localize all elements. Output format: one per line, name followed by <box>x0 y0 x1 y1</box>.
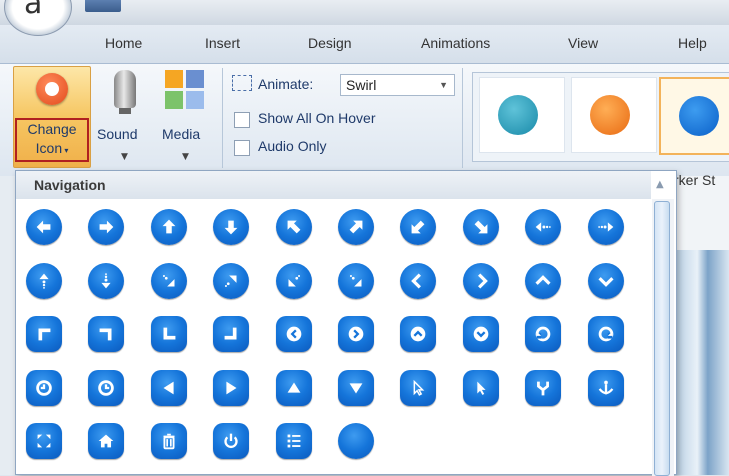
arrow-up-left-icon[interactable] <box>275 209 312 245</box>
home-icon[interactable] <box>88 423 125 459</box>
gallery-item[interactable] <box>479 77 565 153</box>
change-icon-line1: Change <box>27 121 77 137</box>
group-divider <box>222 68 223 168</box>
arrow-diag-down-left-dots-icon[interactable] <box>275 262 312 299</box>
tab-animations[interactable]: Animations <box>421 35 490 51</box>
arrow-up-icon[interactable] <box>150 209 187 245</box>
arrow-right-icon[interactable] <box>88 209 125 245</box>
gallery-item[interactable] <box>571 77 657 153</box>
arrow-down-dots-icon[interactable] <box>88 262 125 299</box>
chevron-left-icon[interactable] <box>400 262 437 299</box>
clock-right-icon[interactable] <box>88 369 125 406</box>
change-icon-button[interactable]: Change Icon ▾ <box>13 66 91 168</box>
arrow-up-dots-icon[interactable] <box>26 262 62 299</box>
trash-icon[interactable] <box>150 423 187 459</box>
tab-help[interactable]: Help <box>678 35 707 51</box>
power-icon[interactable] <box>213 423 250 459</box>
ribbon-tab-bar: Home Insert Design Animations View Help <box>0 25 729 63</box>
tab-view[interactable]: View <box>568 35 598 51</box>
clock-left-icon[interactable] <box>26 369 62 406</box>
change-icon-label: Change Icon ▾ <box>15 118 89 162</box>
circle-chevron-up-icon[interactable] <box>400 316 437 352</box>
arrow-left-dots-icon[interactable] <box>525 209 562 245</box>
arrow-right-dots-icon[interactable] <box>587 209 624 245</box>
corner-bottom-right-icon[interactable] <box>213 316 250 352</box>
arrow-up-right-icon[interactable] <box>338 209 374 245</box>
gallery-item-selected[interactable] <box>659 77 729 155</box>
circle-chevron-left-icon[interactable] <box>275 316 312 352</box>
tab-design[interactable]: Design <box>308 35 352 51</box>
chevron-up-icon[interactable] <box>525 262 562 299</box>
chevron-down-icon[interactable] <box>587 262 624 299</box>
audio-only-checkbox[interactable] <box>234 140 250 156</box>
corner-bottom-left-icon[interactable] <box>150 316 187 352</box>
triangle-left-icon[interactable] <box>150 369 187 406</box>
change-icon-line2: Icon <box>35 140 63 156</box>
list-icon[interactable] <box>275 423 312 459</box>
icon-picker-dropdown: Navigation ▲ <box>15 170 677 476</box>
sound-dropdown-arrow[interactable]: ▼ <box>121 152 128 162</box>
chevron-down-icon: ▼ <box>439 80 448 90</box>
animate-select-value: Swirl <box>346 77 377 93</box>
gallery-group-label: rker St <box>674 172 716 188</box>
circle-chevron-down-icon[interactable] <box>462 316 499 352</box>
dropdown-header: Navigation <box>16 171 651 199</box>
arrow-diag-up-right-dots-icon[interactable] <box>213 262 250 299</box>
arrow-down-right-icon[interactable] <box>462 209 499 245</box>
rotate-cw-icon[interactable] <box>587 316 624 352</box>
ribbon: Change Icon ▾ Sound ▼ Media ▼ Animate: S… <box>0 63 729 176</box>
marker-style-gallery <box>472 72 729 162</box>
slide-image <box>676 250 729 475</box>
scrollbar-thumb[interactable] <box>654 201 670 476</box>
chevron-right-icon[interactable] <box>462 262 499 299</box>
triangle-up-icon[interactable] <box>275 369 312 406</box>
arrow-left-icon[interactable] <box>26 209 62 245</box>
group-divider <box>462 68 463 168</box>
arrow-down-left-icon[interactable] <box>400 209 437 245</box>
marker-style-icon <box>679 96 719 136</box>
fork-icon[interactable] <box>525 369 562 406</box>
microphone-icon[interactable] <box>114 70 136 114</box>
animate-select[interactable]: Swirl ▼ <box>340 74 455 96</box>
sound-button-label[interactable]: Sound <box>97 126 137 142</box>
show-all-on-hover-checkbox[interactable] <box>234 112 250 128</box>
blank-icon[interactable] <box>338 423 374 459</box>
app-logo: a <box>24 0 43 21</box>
show-all-on-hover-label: Show All On Hover <box>258 110 376 126</box>
animate-label: Animate: <box>258 76 314 92</box>
circle-chevron-right-icon[interactable] <box>338 316 374 352</box>
rotate-ccw-icon[interactable] <box>525 316 562 352</box>
marker-icon <box>36 73 68 105</box>
marker-style-icon <box>498 95 538 135</box>
arrow-diag-down-right-dots-2-icon[interactable] <box>338 262 374 299</box>
animate-icon <box>232 75 252 91</box>
audio-only-label: Audio Only <box>258 138 327 154</box>
marker-style-icon <box>590 95 630 135</box>
cursor-outline-icon[interactable] <box>400 369 437 406</box>
arrow-down-icon[interactable] <box>213 209 250 245</box>
arrow-diag-down-right-dots-icon[interactable] <box>150 262 187 299</box>
scroll-up-icon[interactable]: ▲ <box>656 179 664 190</box>
corner-top-left-icon[interactable] <box>26 316 62 352</box>
quick-access-icon[interactable] <box>85 0 121 12</box>
media-icon[interactable] <box>165 70 205 110</box>
anchor-icon[interactable] <box>587 369 624 406</box>
tab-home[interactable]: Home <box>105 35 142 51</box>
expand-icon[interactable] <box>26 423 62 459</box>
triangle-down-icon[interactable] <box>338 369 374 406</box>
corner-top-right-icon[interactable] <box>88 316 125 352</box>
media-button-label[interactable]: Media <box>162 126 200 142</box>
tab-insert[interactable]: Insert <box>205 35 240 51</box>
cursor-filled-icon[interactable] <box>462 369 499 406</box>
media-dropdown-arrow[interactable]: ▼ <box>182 152 189 162</box>
triangle-right-icon[interactable] <box>213 369 250 406</box>
